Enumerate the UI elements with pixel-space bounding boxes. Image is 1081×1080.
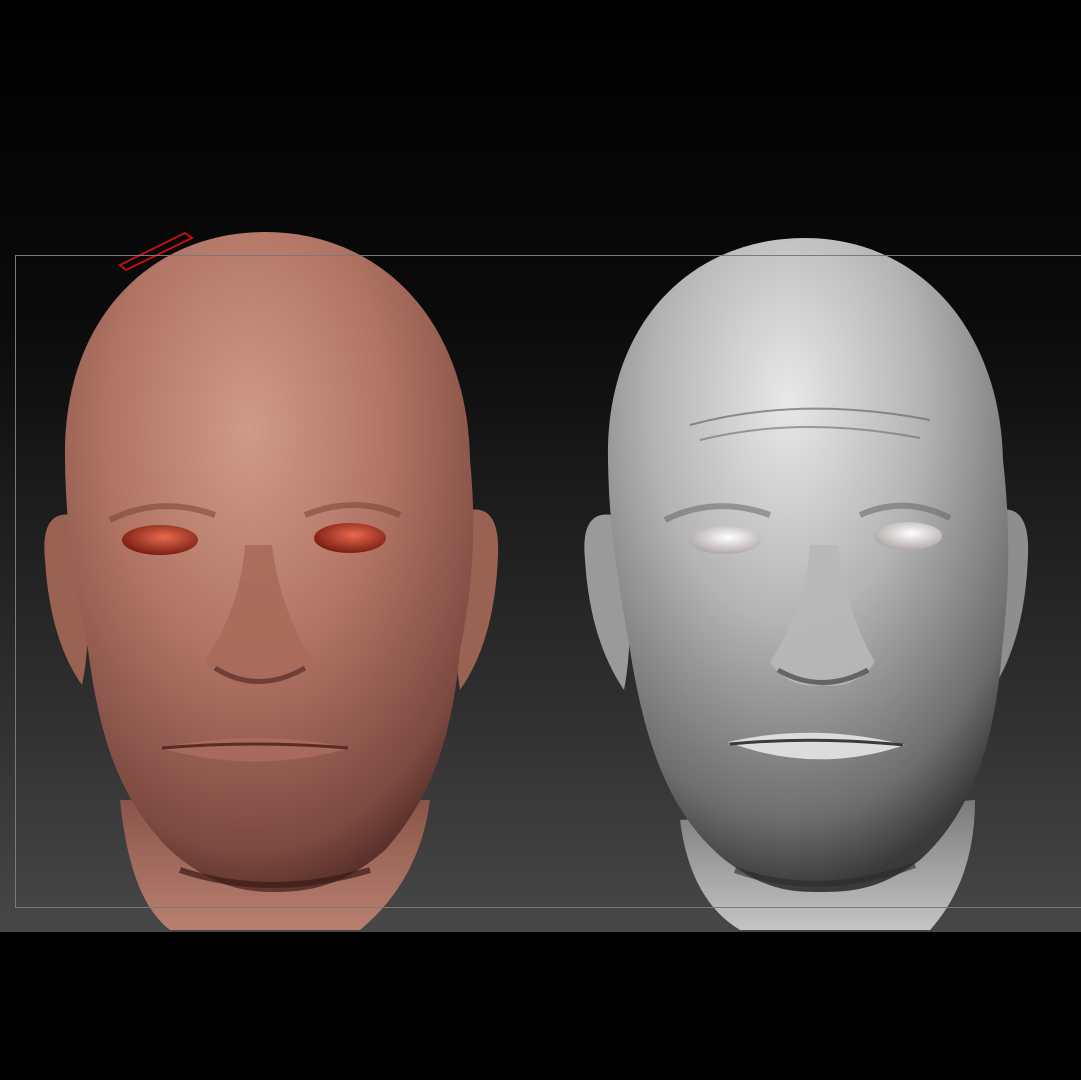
clay-head-eye-left — [689, 526, 761, 554]
bottom-letterbox — [0, 932, 1081, 1080]
textured-head-eye-left — [122, 525, 198, 555]
textured-head-model[interactable] — [44, 232, 499, 930]
sculpt-scene[interactable] — [0, 0, 1081, 932]
clay-head-eye-right — [874, 522, 942, 550]
zbrush-canvas[interactable] — [0, 0, 1081, 932]
clay-head-model[interactable] — [584, 238, 1029, 930]
textured-head-eye-right — [314, 523, 386, 553]
